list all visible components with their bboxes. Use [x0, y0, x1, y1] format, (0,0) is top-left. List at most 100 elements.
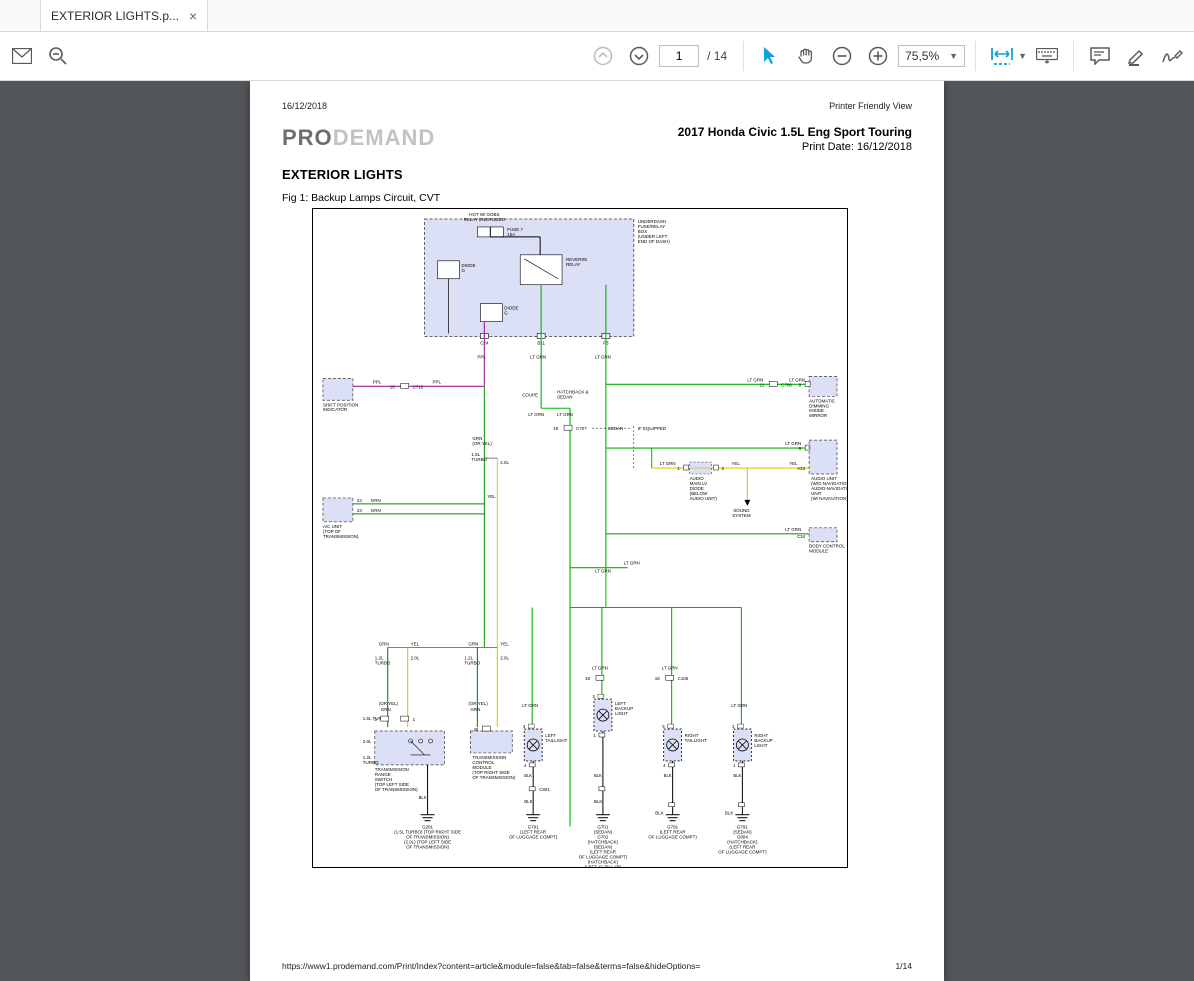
page-total-label: / 14 [707, 49, 727, 63]
svg-text:2.0L: 2.0L [363, 739, 372, 744]
svg-text:1: 1 [733, 763, 736, 768]
svg-text:LT GRN: LT GRN [522, 703, 538, 708]
figure-title: Fig 1: Backup Lamps Circuit, CVT [282, 192, 912, 204]
fit-width-icon[interactable] [986, 40, 1018, 72]
toolbar: / 14 75,5% ▼ ▼ [0, 32, 1194, 81]
prodemand-logo: PRODEMAND [282, 125, 435, 151]
svg-text:SHIFT POSITIONINDICATOR: SHIFT POSITIONINDICATOR [323, 402, 358, 412]
svg-text:BLK: BLK [733, 773, 741, 778]
footer-page: 1/14 [895, 961, 912, 971]
tab-title: EXTERIOR LIGHTS.p... [51, 9, 179, 23]
zoom-level-select[interactable]: 75,5% ▼ [898, 45, 965, 67]
svg-text:BLK: BLK [524, 799, 532, 804]
zoom-plus-icon[interactable] [862, 40, 894, 72]
svg-text:BODY CONTROLMODULE: BODY CONTROLMODULE [809, 544, 845, 554]
svg-text:4: 4 [663, 763, 666, 768]
svg-text:C706: C706 [781, 382, 792, 387]
page-number-input[interactable] [659, 45, 699, 67]
svg-text:BLK: BLK [524, 773, 532, 778]
svg-text:AUTOMATICDIMMINGINSIDEMIRROR: AUTOMATICDIMMINGINSIDEMIRROR [809, 398, 836, 418]
svg-text:1.2LTURBO: 1.2LTURBO [464, 655, 480, 665]
svg-text:G791(LEFT REAROF LUGGAGE COMPT: G791(LEFT REAROF LUGGAGE COMPT) [509, 825, 558, 840]
svg-text:BLK: BLK [655, 811, 663, 816]
svg-text:LT GRN: LT GRN [624, 561, 640, 566]
svg-text:YEL: YEL [500, 641, 509, 646]
svg-text:C801: C801 [539, 787, 550, 792]
zoom-minus-icon[interactable] [826, 40, 858, 72]
svg-text:2: 2 [732, 724, 735, 729]
svg-text:(OR YEL): (OR YEL) [379, 701, 399, 706]
mail-icon[interactable] [6, 40, 38, 72]
view-mode-label: Printer Friendly View [829, 101, 912, 111]
svg-text:BLK: BLK [419, 795, 427, 800]
svg-text:4: 4 [524, 763, 527, 768]
svg-text:18: 18 [585, 676, 590, 681]
svg-text:C34: C34 [797, 534, 806, 539]
page-up-icon[interactable] [587, 40, 619, 72]
svg-text:TRANSMISSIONCONTROLMODULE(TOP: TRANSMISSIONCONTROLMODULE(TOP RIGHT SIDE… [472, 755, 515, 780]
svg-text:YEL: YEL [487, 494, 496, 499]
document-tab[interactable]: EXTERIOR LIGHTS.p... × [40, 0, 208, 31]
zoom-value: 75,5% [905, 49, 939, 63]
svg-text:BLK: BLK [664, 773, 672, 778]
svg-text:GRN(OR YEL): GRN(OR YEL) [472, 436, 492, 446]
svg-text:YEL: YEL [731, 461, 740, 466]
highlight-icon[interactable] [1120, 40, 1152, 72]
svg-text:2.0L: 2.0L [411, 655, 420, 660]
svg-text:19: 19 [553, 426, 558, 431]
arrow-cursor-icon[interactable] [754, 40, 786, 72]
svg-text:HATCHBACK &SEDAN: HATCHBACK &SEDAN [557, 389, 588, 399]
svg-text:GRN: GRN [379, 641, 389, 646]
keyboard-icon[interactable] [1031, 40, 1063, 72]
svg-text:BLK: BLK [725, 811, 733, 816]
svg-text:LT GRN: LT GRN [660, 461, 676, 466]
svg-text:PPL: PPL [433, 379, 442, 384]
svg-text:TRANSMISSIONRANGESWITCH(TOP LE: TRANSMISSIONRANGESWITCH(TOP LEFT SIDEOF … [375, 767, 418, 792]
vehicle-title: 2017 Honda Civic 1.5L Eng Sport Touring [678, 125, 912, 139]
page-down-icon[interactable] [623, 40, 655, 72]
svg-text:1.2LTURBO: 1.2LTURBO [375, 655, 391, 665]
comment-icon[interactable] [1084, 40, 1116, 72]
svg-text:16: 16 [390, 384, 395, 389]
svg-text:AUDIO UNIT(W/O NAVIGATION)AUDI: AUDIO UNIT(W/O NAVIGATION)AUDIO-NAVIGATI… [811, 476, 847, 501]
svg-text:GRN: GRN [371, 498, 381, 503]
doc-date: 16/12/2018 [282, 101, 327, 111]
svg-text:C707: C707 [576, 426, 587, 431]
svg-text:SEDAN: SEDAN [608, 426, 623, 431]
svg-text:C105: C105 [678, 676, 689, 681]
svg-text:(OR YEL): (OR YEL) [468, 701, 488, 706]
svg-text:2.0L: 2.0L [500, 460, 509, 465]
svg-text:G201(1.5L TURBO) (TOP RIGHT SI: G201(1.5L TURBO) (TOP RIGHT SIDEOF TRANS… [394, 825, 461, 850]
svg-text:UNDERDASHFUSE/RELAYBOX(UNDER L: UNDERDASHFUSE/RELAYBOX(UNDER LEFTEND OF … [638, 219, 671, 244]
svg-text:RIGHTTAILLIGHT: RIGHTTAILLIGHT [685, 733, 708, 743]
document-viewport[interactable]: 16/12/2018 Printer Friendly View PRODEMA… [0, 81, 1194, 981]
svg-text:PPL: PPL [477, 354, 486, 359]
svg-text:23: 23 [357, 508, 362, 513]
footer-url: https://www1.prodemand.com/Print/Index?c… [282, 961, 700, 971]
svg-text:LT GRN: LT GRN [595, 569, 611, 574]
svg-text:2: 2 [593, 694, 596, 699]
svg-text:BLK: BLK [594, 799, 602, 804]
svg-text:1: 1 [593, 733, 596, 738]
svg-text:24: 24 [357, 498, 362, 503]
svg-text:5: 5 [662, 724, 665, 729]
svg-text:GRN: GRN [470, 707, 480, 712]
chevron-down-icon[interactable]: ▼ [1018, 51, 1027, 61]
signature-icon[interactable] [1156, 40, 1188, 72]
svg-text:LT GRN: LT GRN [595, 354, 611, 359]
close-icon[interactable]: × [189, 9, 197, 23]
svg-text:LT GRN: LT GRN [557, 412, 573, 417]
section-title: EXTERIOR LIGHTS [282, 167, 912, 182]
svg-text:G791(SEDAN)G804(HATCHBACK)(LEF: G791(SEDAN)G804(HATCHBACK)(LEFT REAROF L… [718, 825, 767, 855]
zoom-out-icon[interactable] [42, 40, 74, 72]
svg-text:LEFTBACKUPLIGHT: LEFTBACKUPLIGHT [615, 701, 633, 716]
svg-text:18: 18 [655, 676, 660, 681]
svg-text:BLK: BLK [594, 773, 602, 778]
hand-pan-icon[interactable] [790, 40, 822, 72]
svg-text:LT GRN: LT GRN [785, 527, 801, 532]
svg-text:LT GRN: LT GRN [731, 703, 747, 708]
svg-text:GRN: GRN [468, 641, 478, 646]
chevron-down-icon: ▼ [949, 51, 958, 61]
svg-text:3: 3 [523, 724, 526, 729]
svg-text:A/C UNIT(TOP OFTRANSMISSION): A/C UNIT(TOP OFTRANSMISSION) [323, 524, 359, 539]
